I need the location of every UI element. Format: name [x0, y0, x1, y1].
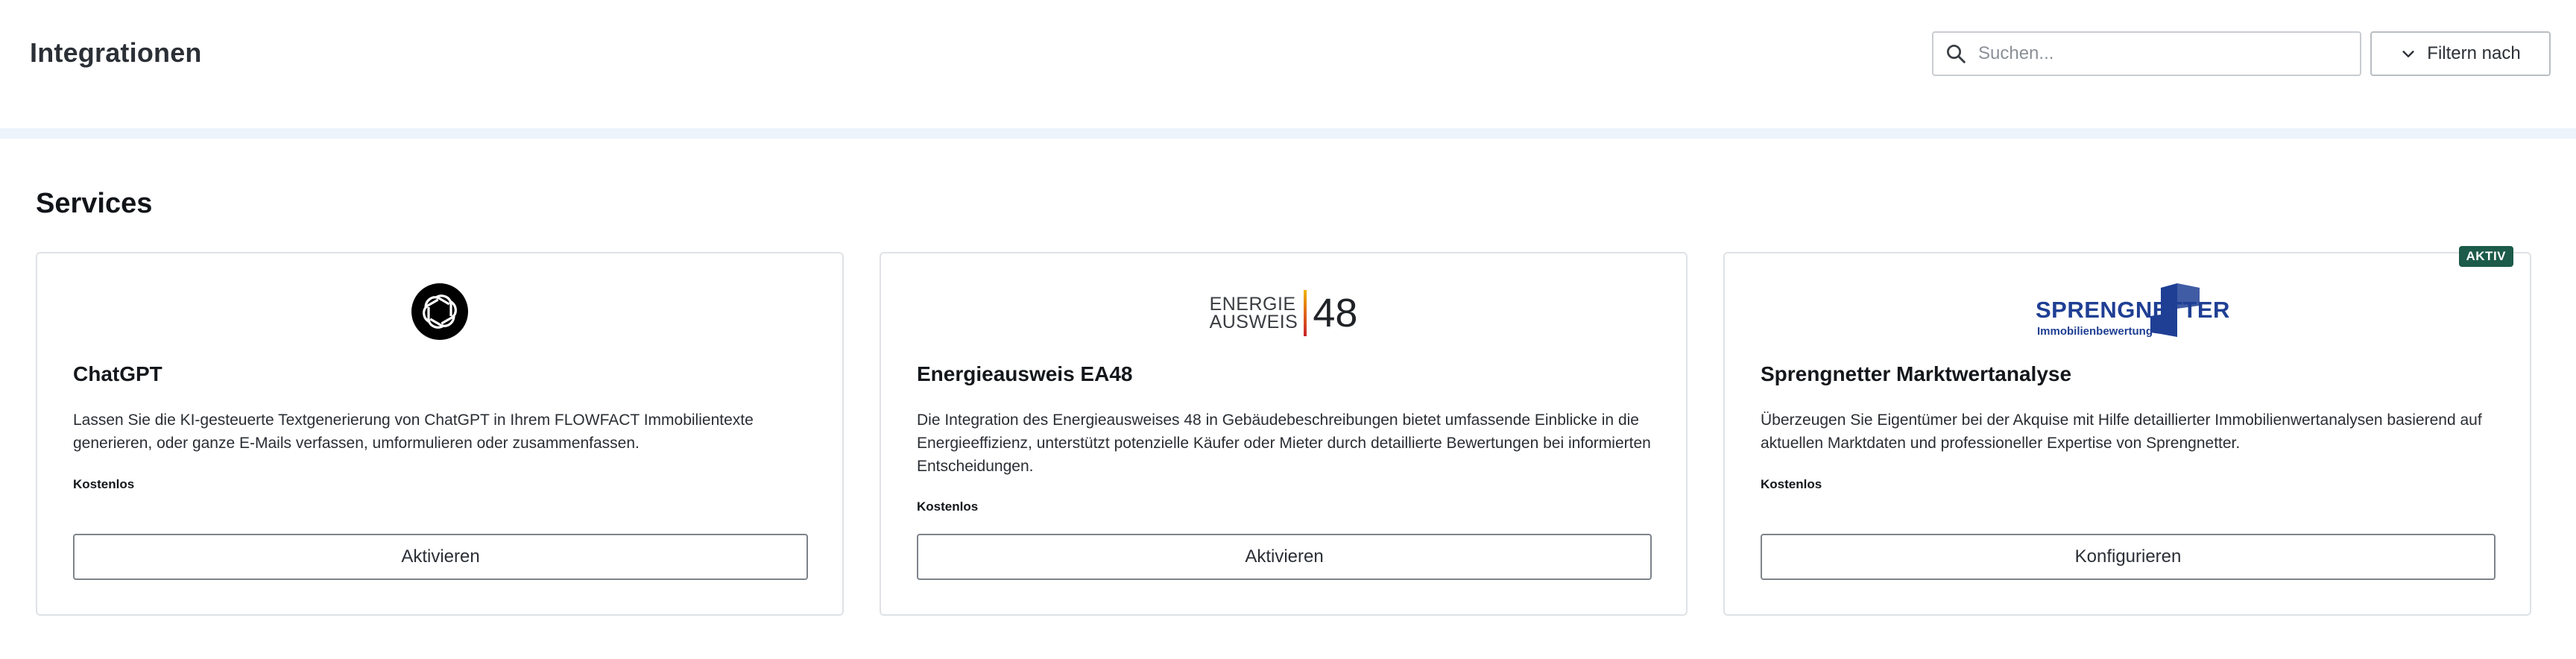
card-description: Die Integration des Energieausweises 48 … [917, 412, 1651, 475]
logo-subtitle: Immobilienbewertung [2037, 325, 2153, 338]
filter-button-label: Filtern nach [2427, 43, 2521, 63]
card-title: Sprengnetter Marktwertanalyse [1761, 362, 2072, 385]
logo-wordmark: SPRENGNETTER [2036, 297, 2230, 323]
card-logo: ENERGIE AUSWEIS 48 [881, 280, 1686, 346]
filter-button[interactable]: Filtern nach [2370, 31, 2551, 76]
card-price: Kostenlos [73, 477, 135, 491]
search-box[interactable] [1932, 31, 2361, 76]
logo-color-bar [1304, 290, 1307, 336]
card-title: ChatGPT [73, 362, 162, 385]
page-title: Integrationen [30, 37, 202, 68]
openai-logo-icon [411, 283, 468, 344]
search-icon [1933, 31, 1978, 76]
chevron-down-icon [2400, 45, 2416, 62]
card-title: Energieausweis EA48 [917, 362, 1133, 385]
section-title: Services [36, 188, 153, 219]
logo-word-energie: ENERGIE [1209, 294, 1296, 315]
card-price: Kostenlos [1761, 477, 1822, 491]
configure-sprengnetter-button[interactable]: Konfigurieren [1761, 534, 2496, 580]
header-divider [0, 128, 2576, 139]
card-price: Kostenlos [917, 499, 979, 514]
sprengnetter-logo: SPRENGNETTER Immobilienbewertung [2034, 283, 2229, 343]
logo-word-ausweis: AUSWEIS [1209, 312, 1298, 332]
card-description: Lassen Sie die KI-gesteuerte Textgenerie… [73, 412, 754, 452]
logo-number: 48 [1313, 291, 1358, 335]
energieausweis-logo: ENERGIE AUSWEIS 48 [1209, 290, 1358, 336]
card-logo [37, 280, 842, 346]
integration-card-energieausweis: ENERGIE AUSWEIS 48 Energieausweis EA48 D… [880, 252, 1688, 616]
card-logo: SPRENGNETTER Immobilienbewertung [1725, 280, 2530, 346]
search-input[interactable] [1978, 33, 2351, 75]
status-badge: AKTIV [2458, 246, 2513, 267]
integration-card-sprengnetter: AKTIV SPRENGNETTER Immobilienbewertung S… [1723, 246, 2531, 616]
page-header: Integrationen Filtern nach [0, 0, 2576, 127]
activate-chatgpt-button[interactable]: Aktivieren [73, 534, 808, 580]
card-description: Überzeugen Sie Eigentümer bei der Akquis… [1761, 412, 2482, 452]
activate-energieausweis-button[interactable]: Aktivieren [917, 534, 1652, 580]
integration-card-chatgpt: ChatGPT Lassen Sie die KI-gesteuerte Tex… [36, 252, 844, 616]
